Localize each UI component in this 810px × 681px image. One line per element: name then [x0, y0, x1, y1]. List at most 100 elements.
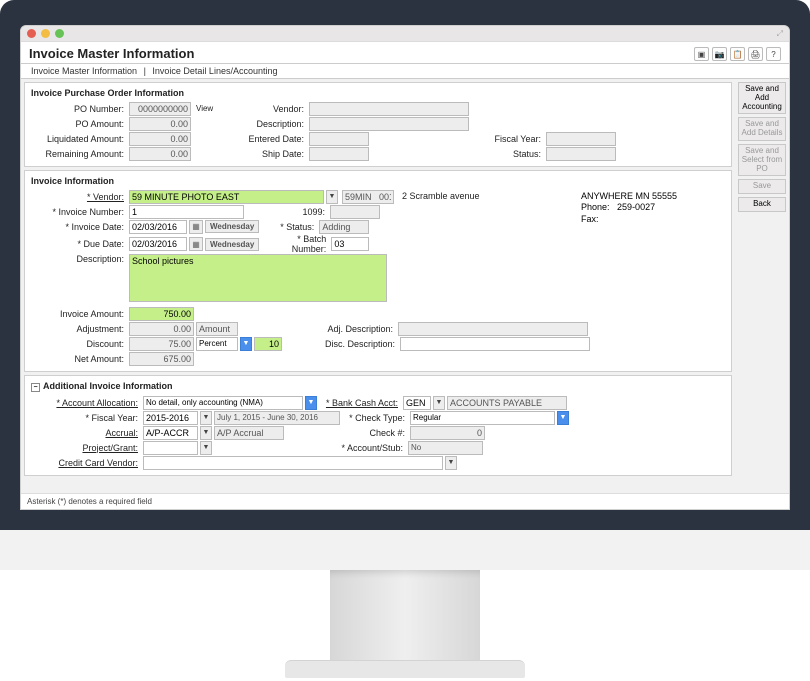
- tool-icon-3[interactable]: 📋: [730, 47, 745, 61]
- disc-desc-field[interactable]: [400, 337, 590, 351]
- vendor-code-field: [342, 190, 394, 204]
- bank-dropdown-icon[interactable]: ▼: [433, 396, 445, 410]
- po-vendor-field: [309, 102, 469, 116]
- acct-alloc-field[interactable]: [143, 396, 303, 410]
- accrual-label[interactable]: Accrual:: [31, 428, 141, 438]
- inv-date-label: * Invoice Date:: [31, 222, 127, 232]
- tab-detail-lines[interactable]: Invoice Detail Lines/Accounting: [150, 66, 279, 76]
- phone-value: 259-0027: [617, 202, 655, 212]
- acct-stub-label: * Account/Stub:: [214, 443, 406, 453]
- cc-vendor-dropdown-icon[interactable]: ▼: [445, 456, 457, 470]
- project-dropdown-icon[interactable]: ▼: [200, 441, 212, 455]
- inv-status-field: [319, 220, 369, 234]
- minimize-button[interactable]: [41, 29, 50, 38]
- accrual-dropdown-icon[interactable]: ▼: [200, 426, 212, 440]
- po-desc-label: Description:: [241, 119, 307, 129]
- calendar-icon[interactable]: ▦: [189, 237, 203, 251]
- tool-icon-2[interactable]: 📷: [712, 47, 727, 61]
- batch-field[interactable]: [331, 237, 369, 251]
- accrual-code-field[interactable]: [143, 426, 198, 440]
- due-date-field[interactable]: [129, 237, 187, 251]
- check-type-field[interactable]: [410, 411, 555, 425]
- disc-field: [129, 337, 194, 351]
- bank-code-field[interactable]: [403, 396, 431, 410]
- po-status-label: Status:: [486, 149, 544, 159]
- check-type-label: * Check Type:: [342, 413, 408, 423]
- inv-date-field[interactable]: [129, 220, 187, 234]
- disc-pct-field[interactable]: [254, 337, 282, 351]
- additional-info-panel: −Additional Invoice Information * Accoun…: [24, 375, 732, 476]
- bank-name-field: [447, 396, 567, 410]
- cc-vendor-label[interactable]: Credit Card Vendor:: [31, 458, 141, 468]
- footnote: Asterisk (*) denotes a required field: [21, 493, 789, 509]
- liquidated-label: Liquidated Amount:: [31, 134, 127, 144]
- acct-stub-field: [408, 441, 483, 455]
- vendor-addr1: 2 Scramble avenue: [402, 191, 480, 202]
- project-field[interactable]: [143, 441, 198, 455]
- net-field: [129, 352, 194, 366]
- fiscal-range-field: [214, 411, 340, 425]
- batch-label: * Batch Number:: [261, 234, 329, 254]
- 1099-label: 1099:: [246, 207, 328, 217]
- invoice-no-field[interactable]: [129, 205, 244, 219]
- add-fiscal-label: * Fiscal Year:: [31, 413, 141, 423]
- collapse-icon[interactable]: −: [31, 383, 40, 392]
- fiscal-field[interactable]: [143, 411, 198, 425]
- po-fiscal-field: [546, 132, 616, 146]
- check-no-label: Check #:: [286, 428, 408, 438]
- check-type-dropdown-icon[interactable]: ▼: [557, 411, 569, 425]
- invoice-no-label: * Invoice Number:: [31, 207, 127, 217]
- po-entered-label: Entered Date:: [241, 134, 307, 144]
- vendor-label[interactable]: * Vendor:: [31, 192, 127, 202]
- maximize-button[interactable]: [55, 29, 64, 38]
- liquidated-field: [129, 132, 191, 146]
- disc-label: Discount:: [31, 339, 127, 349]
- adj-label: Adjustment:: [31, 324, 127, 334]
- adj-type-field: [196, 322, 238, 336]
- print-icon[interactable]: 🖨: [748, 47, 763, 61]
- vendor-addr2: ANYWHERE MN 55555: [581, 191, 725, 202]
- inv-amount-field[interactable]: [129, 307, 194, 321]
- po-info-panel: Invoice Purchase Order Information PO Nu…: [24, 82, 732, 167]
- disc-type-field[interactable]: [196, 337, 238, 351]
- resize-handle[interactable]: ⤢: [777, 29, 783, 39]
- accrual-name-field: [214, 426, 284, 440]
- fiscal-dropdown-icon[interactable]: ▼: [200, 411, 212, 425]
- tab-master-info[interactable]: Invoice Master Information: [29, 66, 139, 76]
- view-link[interactable]: View: [193, 104, 213, 113]
- disc-type-dropdown-icon[interactable]: ▼: [240, 337, 252, 351]
- due-day: Wednesday: [205, 238, 259, 251]
- acct-alloc-dropdown-icon[interactable]: ▼: [305, 396, 317, 410]
- additional-legend: −Additional Invoice Information: [31, 381, 725, 392]
- save-add-accounting-button[interactable]: Save and Add Accounting: [738, 82, 786, 114]
- check-no-field[interactable]: [410, 426, 485, 440]
- project-label[interactable]: Project/Grant:: [31, 443, 141, 453]
- acct-alloc-label[interactable]: * Account Allocation:: [31, 398, 141, 408]
- save-select-po-button: Save and Select from PO: [738, 144, 786, 176]
- cc-vendor-field[interactable]: [143, 456, 443, 470]
- vendor-dropdown-icon[interactable]: ▼: [326, 190, 338, 204]
- 1099-field: [330, 205, 380, 219]
- adj-field[interactable]: [129, 322, 194, 336]
- po-amount-field: [129, 117, 191, 131]
- description-textarea[interactable]: [129, 254, 387, 302]
- adj-desc-field[interactable]: [398, 322, 588, 336]
- bank-label[interactable]: * Bank Cash Acct:: [319, 398, 401, 408]
- vendor-field[interactable]: [129, 190, 324, 204]
- help-icon[interactable]: ?: [766, 47, 781, 61]
- po-amount-label: PO Amount:: [31, 119, 127, 129]
- due-date-label: * Due Date:: [31, 239, 127, 249]
- remaining-label: Remaining Amount:: [31, 149, 127, 159]
- calendar-icon[interactable]: ▦: [189, 220, 203, 234]
- close-button[interactable]: [27, 29, 36, 38]
- inv-day: Wednesday: [205, 220, 259, 233]
- net-label: Net Amount:: [31, 354, 127, 364]
- phone-label: Phone:: [581, 202, 610, 212]
- po-number-field[interactable]: [129, 102, 191, 116]
- invoice-legend: Invoice Information: [31, 176, 725, 186]
- tab-strip: Invoice Master Information | Invoice Det…: [21, 64, 789, 79]
- back-button[interactable]: Back: [738, 197, 786, 212]
- tool-icon-1[interactable]: ▣: [694, 47, 709, 61]
- po-desc-field: [309, 117, 469, 131]
- save-button: Save: [738, 179, 786, 194]
